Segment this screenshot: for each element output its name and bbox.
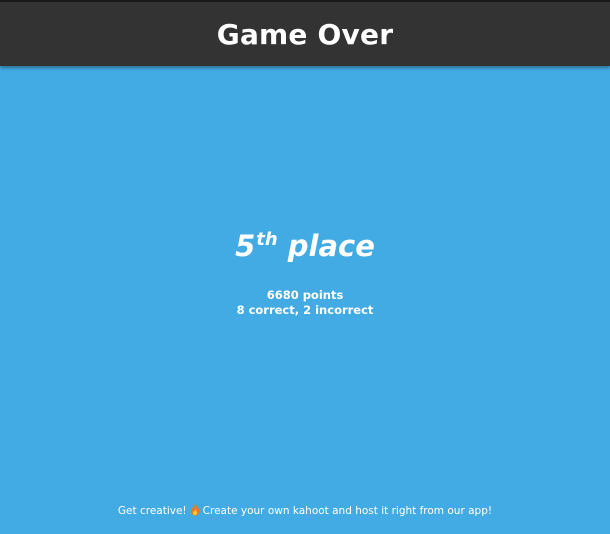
score-summary: 6680 points 8 correct, 2 incorrect xyxy=(0,288,610,318)
promo-message-text: Create your own kahoot and host it right… xyxy=(202,505,493,517)
page-title: Game Over xyxy=(216,17,394,51)
final-place: 5th place xyxy=(0,226,610,266)
flame-icon xyxy=(190,503,200,520)
place-number: 5 xyxy=(235,229,256,263)
promo-lead: Get creative! xyxy=(117,505,187,517)
answers-text: 8 correct, 2 incorrect xyxy=(236,303,374,317)
promo-message: Get creative! Create your own kahoot and … xyxy=(0,503,610,520)
place-suffix: th xyxy=(256,229,278,250)
results-panel: 5th place 6680 points 8 correct, 2 incor… xyxy=(0,66,610,534)
place-word: place xyxy=(287,229,375,263)
header-bar: Game Over xyxy=(0,2,610,66)
points-text: 6680 points xyxy=(266,288,344,302)
